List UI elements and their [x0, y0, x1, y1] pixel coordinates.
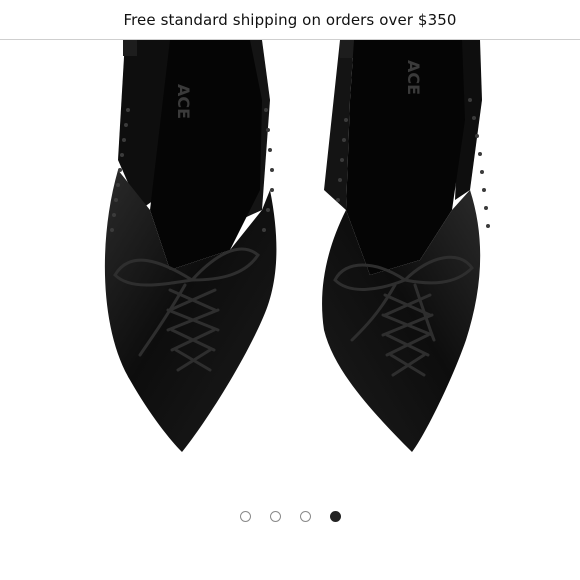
promo-banner-text: Free standard shipping on orders over $3… — [123, 10, 457, 29]
brand-mark-left: ACE — [174, 84, 193, 119]
brand-mark-right: ACE — [404, 60, 423, 95]
carousel-pagination — [0, 511, 580, 529]
shoe-pair-illustration: ACE ACE — [104, 40, 490, 452]
left-shoe: ACE — [104, 40, 277, 452]
product-image[interactable]: ACE ACE — [0, 40, 580, 500]
promo-banner: Free standard shipping on orders over $3… — [0, 0, 580, 40]
carousel-dot-1[interactable] — [239, 511, 251, 522]
carousel-dot-2[interactable] — [269, 511, 281, 522]
carousel-dot-3[interactable] — [299, 511, 311, 522]
right-shoe: ACE — [322, 40, 490, 452]
carousel-dot-4[interactable] — [329, 511, 341, 522]
